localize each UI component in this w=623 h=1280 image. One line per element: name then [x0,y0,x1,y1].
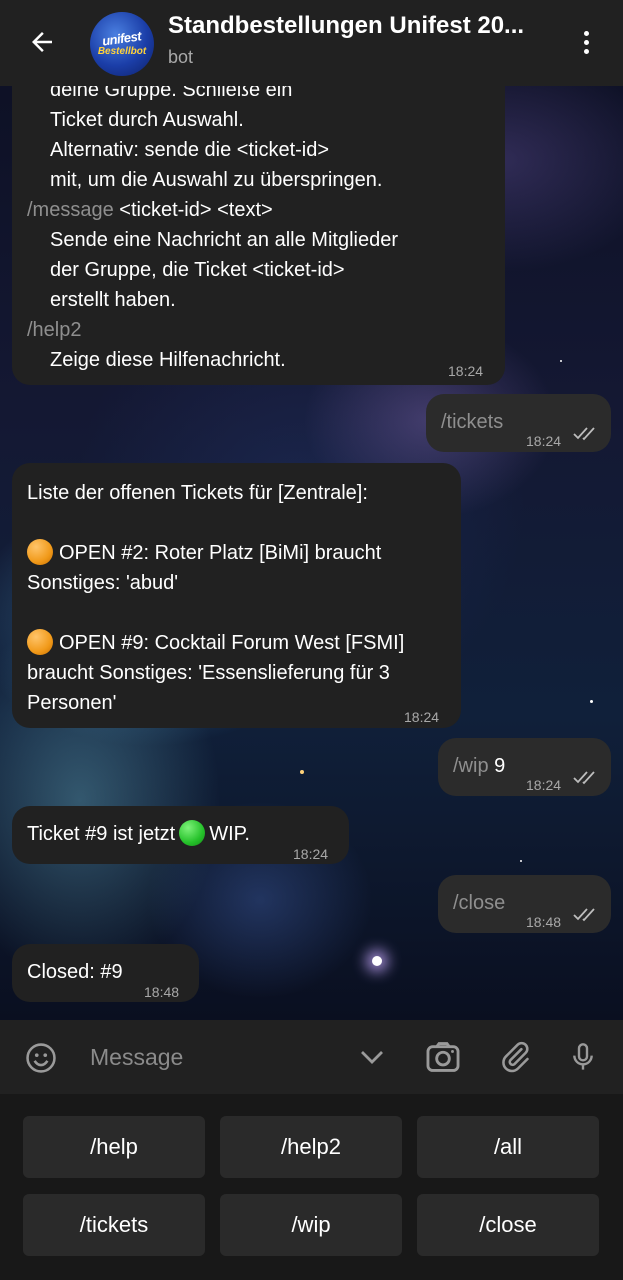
keyboard-button-all[interactable]: /all [417,1116,599,1178]
star [300,770,304,774]
star [520,860,522,862]
back-button[interactable] [26,25,58,59]
message-ticket-list: Liste der offenen Tickets für [Zentrale]… [12,463,461,728]
message-text-line: Zeige diese Hilfenachricht. [50,349,286,371]
message-text-line: erstellt haben. [50,289,176,311]
microphone-icon [573,1043,593,1070]
message-time: 18:24 [404,709,440,725]
keyboard-button-tickets[interactable]: /tickets [23,1194,205,1256]
message-text-line: Alternativ: sende die <ticket-id> [50,139,330,161]
orange-circle-icon [27,539,53,565]
double-check-icon [573,427,595,441]
command-link-help2[interactable]: /help2 [27,315,505,345]
message-input[interactable] [90,1040,340,1074]
chat-header: unifest Bestellbot Standbestellungen Uni… [0,0,623,86]
voice-message-button[interactable] [565,1037,601,1077]
chat-title[interactable]: Standbestellungen Unifest 20... [168,12,553,40]
message-time: 18:48 [144,984,180,1000]
command-line: /message <ticket-id> <text> [27,195,505,225]
keyboard-button-help2[interactable]: /help2 [220,1116,402,1178]
command-link-tickets[interactable]: /tickets [441,407,503,437]
hide-keyboard-button[interactable] [355,1040,389,1074]
command-link-close[interactable]: /close [453,888,505,918]
message-outgoing-wip: /wip 9 18:24 [438,738,611,796]
bot-avatar[interactable]: unifest Bestellbot [90,12,154,76]
keyboard-button-help[interactable]: /help [23,1116,205,1178]
double-check-icon [573,908,595,922]
orange-circle-icon [27,629,53,655]
command-args: <ticket-id> <text> [113,199,273,221]
message-time: 18:24 [448,363,484,379]
message-input-bar [0,1020,623,1094]
more-options-button[interactable] [572,26,600,58]
green-circle-icon [179,820,206,846]
bot-command-keyboard: /help /help2 /all /tickets /wip /close [0,1094,623,1280]
ticket-entry-9: OPEN #9: Cocktail Forum West [FSMI] [27,628,461,658]
message-text-line: mit, um die Auswahl zu überspringen. [50,169,383,191]
chevron-down-icon [361,1051,383,1064]
message-outgoing-tickets: /tickets 18:24 [426,394,611,452]
message-text-line: Sende eine Nachricht an alle Mitglieder [50,229,398,251]
double-check-icon [573,771,595,785]
ticket-entry-2: OPEN #2: Roter Platz [BiMi] braucht [27,538,461,568]
ticket-entry-9-detail: Personen' [27,692,117,714]
ticket-entry-9-detail: braucht Sonstiges: 'Essenslieferung für … [27,662,390,684]
message-wip-reply: Ticket #9 ist jetzt WIP. 18:24 [12,806,349,864]
camera-button[interactable] [423,1037,463,1077]
message-outgoing-close: /close 18:48 [438,875,611,933]
message-text: Ticket #9 ist jetzt WIP. [27,819,250,849]
chat-subtitle: bot [168,47,194,67]
arrow-left-icon [32,32,52,52]
camera-icon [426,1042,460,1072]
star [560,360,562,362]
keyboard-button-close[interactable]: /close [417,1194,599,1256]
message-text-line: der Gruppe, die Ticket <ticket-id> [50,259,345,281]
star [372,956,382,966]
keyboard-button-wip[interactable]: /wip [220,1194,402,1256]
command-link-wip[interactable]: /wip [453,755,489,777]
emoji-button[interactable] [22,1039,60,1077]
command-link-message[interactable]: /message [27,199,114,221]
message-text-line: Ticket durch Auswahl. [50,109,244,131]
message-closed-reply: Closed: #9 18:48 [12,944,199,1002]
message-time: 18:24 [293,846,329,862]
ticket-entry-2-detail: Sonstiges: 'abud' [27,572,179,594]
paperclip-icon [502,1041,529,1073]
smiley-icon [26,1043,56,1073]
star [590,700,593,703]
message-help: deine Gruppe. Schließe ein Ticket durch … [12,60,505,385]
ticket-list-header: Liste der offenen Tickets für [Zentrale]… [27,482,368,504]
attach-button[interactable] [496,1037,534,1077]
message-text: Closed: #9 [27,961,123,983]
message-time: 18:24 [526,777,562,793]
message-time: 18:48 [526,914,562,930]
more-vertical-icon [583,30,589,36]
message-time: 18:24 [526,433,562,449]
command-line: /wip 9 [453,755,506,777]
